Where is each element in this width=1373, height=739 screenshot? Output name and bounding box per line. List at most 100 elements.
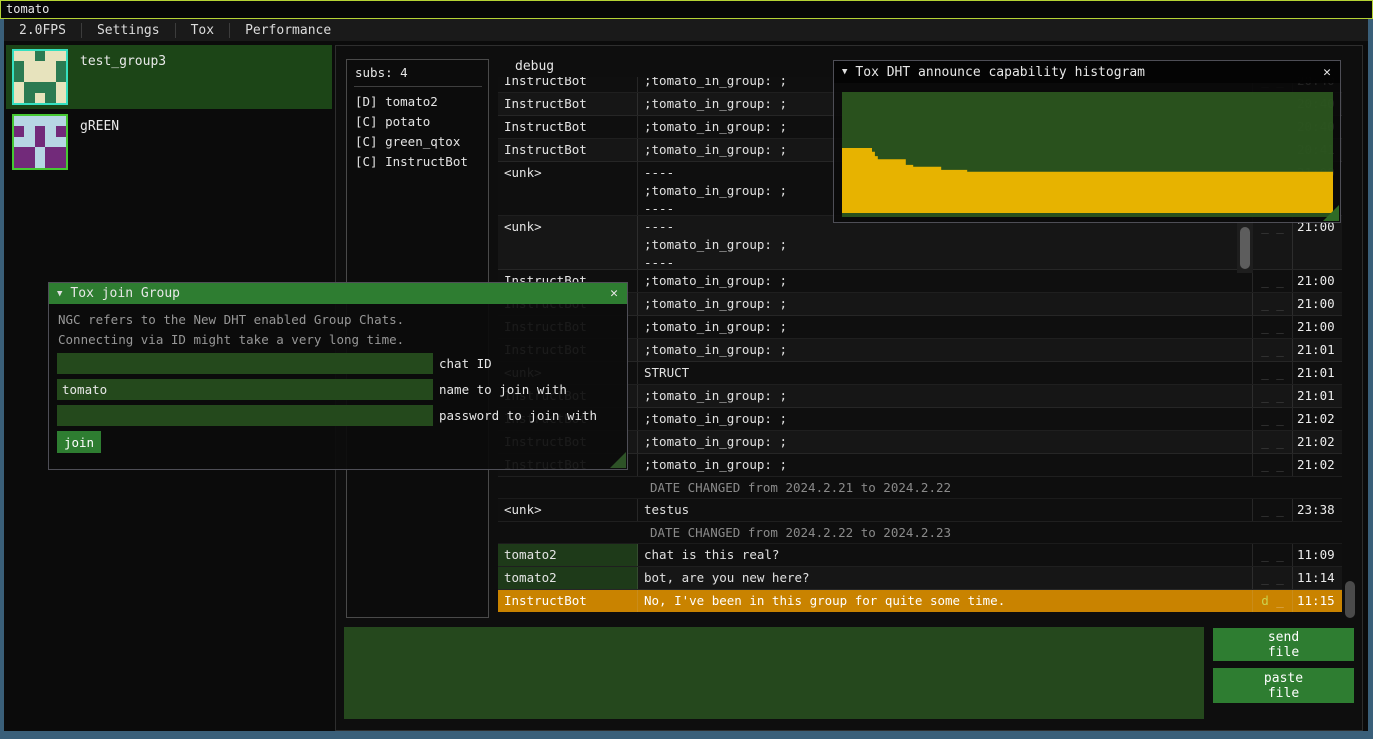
message-timestamp: 11:14 xyxy=(1292,567,1341,589)
column-spacer xyxy=(1236,270,1252,292)
message-row[interactable]: InstructBotNo, I've been in this group f… xyxy=(498,590,1342,612)
menu-item-2.0fps[interactable]: 2.0FPS xyxy=(4,23,81,38)
resize-grip[interactable] xyxy=(610,452,626,468)
roster-subs-count: subs: 4 xyxy=(355,65,408,80)
column-spacer xyxy=(1236,408,1252,430)
menu-item-tox[interactable]: Tox xyxy=(176,23,229,38)
os-window-title: tomato xyxy=(6,2,49,16)
chat-ID-label: chat ID xyxy=(439,356,492,371)
message-timestamp: 21:02 xyxy=(1292,431,1341,453)
dht-histogram-title: Tox DHT announce capability histogram xyxy=(855,65,1314,80)
message-text: STRUCT xyxy=(638,362,1236,384)
message-text: ;tomato_in_group: ; xyxy=(638,339,1236,361)
delivery-status: _ _ xyxy=(1252,431,1292,453)
window-border-right xyxy=(1368,19,1373,731)
message-sender: tomato2 xyxy=(498,544,638,566)
join-note-line-2: Connecting via ID might take a very long… xyxy=(58,332,404,347)
menu-bar: 2.0FPSSettingsToxPerformance xyxy=(4,19,1368,41)
message-sender: InstructBot xyxy=(498,116,638,138)
close-icon[interactable]: ✕ xyxy=(1314,65,1340,80)
roster-member-InstructBot[interactable]: [C] InstructBot xyxy=(355,152,484,172)
collapse-arrow-icon[interactable]: ▼ xyxy=(834,67,855,77)
message-input[interactable] xyxy=(344,627,1204,719)
dht-histogram-window: ▼ Tox DHT announce capability histogram … xyxy=(833,60,1341,223)
message-sender: InstructBot xyxy=(498,139,638,161)
delivery-status: _ _ xyxy=(1252,499,1292,521)
password-to-join-with-label: password to join with xyxy=(439,408,597,423)
column-spacer xyxy=(1236,454,1252,476)
message-row[interactable]: tomato2chat is this real?_ _11:09 xyxy=(498,544,1342,567)
message-timestamp: 21:00 xyxy=(1292,293,1341,315)
os-titlebar[interactable]: tomato xyxy=(0,0,1373,19)
collapse-arrow-icon[interactable]: ▼ xyxy=(49,289,70,299)
histogram-area-series xyxy=(842,92,1333,217)
message-sender: InstructBot xyxy=(498,93,638,115)
group-avatar xyxy=(12,49,68,105)
message-sender: <unk> xyxy=(498,216,638,269)
window-border-bottom xyxy=(0,731,1373,739)
message-text: ;tomato_in_group: ; xyxy=(638,270,1236,292)
delivery-status: _ _ xyxy=(1252,454,1292,476)
message-row[interactable]: tomato2bot, are you new here?_ _11:14 xyxy=(498,567,1342,590)
message-timestamp: 21:02 xyxy=(1292,454,1341,476)
message-sender: InstructBot xyxy=(498,590,638,612)
message-text: ;tomato_in_group: ; xyxy=(638,408,1236,430)
message-sender: InstructBot xyxy=(498,77,638,92)
delivery-status: _ _ xyxy=(1252,216,1292,269)
message-text: ;tomato_in_group: ; xyxy=(638,316,1236,338)
message-text: testus xyxy=(638,499,1236,521)
message-text: chat is this real? xyxy=(638,544,1236,566)
delivery-status: _ _ xyxy=(1252,270,1292,292)
message-timestamp: 21:00 xyxy=(1292,316,1341,338)
join-note-line-1: NGC refers to the New DHT enabled Group … xyxy=(58,312,404,327)
name-to-join-with-input[interactable]: tomato xyxy=(57,379,433,400)
message-text: bot, are you new here? xyxy=(638,567,1236,589)
window-scrollbar-thumb[interactable] xyxy=(1345,581,1355,618)
dht-histogram-plot xyxy=(842,92,1333,217)
close-icon[interactable]: ✕ xyxy=(601,286,627,301)
chat-ID-input[interactable] xyxy=(57,353,433,374)
menu-item-settings[interactable]: Settings xyxy=(82,23,175,38)
join-group-titlebar[interactable]: ▼ Tox join Group ✕ xyxy=(49,283,627,304)
paste-file-button[interactable]: paste file xyxy=(1213,668,1354,703)
column-spacer xyxy=(1236,544,1252,566)
delivery-status: _ _ xyxy=(1252,385,1292,407)
roster-member-tomato2[interactable]: [D] tomato2 xyxy=(355,92,484,112)
column-spacer xyxy=(1236,431,1252,453)
message-text: No, I've been in this group for quite so… xyxy=(638,590,1236,612)
message-row[interactable]: <unk>---- ;tomato_in_group: ; ----_ _21:… xyxy=(498,216,1342,270)
app-window: tomato 2.0FPSSettingsToxPerformance test… xyxy=(0,0,1373,739)
group-list-item-test_group3[interactable]: test_group3 xyxy=(6,45,332,109)
message-text: ---- ;tomato_in_group: ; ---- xyxy=(638,216,1236,269)
password-to-join-with-input[interactable] xyxy=(57,405,433,426)
column-spacer xyxy=(1236,385,1252,407)
column-spacer xyxy=(1236,293,1252,315)
join-group-window: ▼ Tox join Group ✕ NGC refers to the New… xyxy=(48,282,628,470)
date-changed-row: DATE CHANGED from 2024.2.22 to 2024.2.23 xyxy=(498,522,1342,544)
chat-scrollbar-track[interactable] xyxy=(1237,223,1253,273)
chat-scrollbar-thumb[interactable] xyxy=(1240,227,1250,269)
menu-item-performance[interactable]: Performance xyxy=(230,23,346,38)
column-spacer xyxy=(1236,316,1252,338)
message-timestamp: 23:38 xyxy=(1292,499,1341,521)
message-text: ;tomato_in_group: ; xyxy=(638,385,1236,407)
join-button[interactable]: join xyxy=(57,431,101,453)
message-text: ;tomato_in_group: ; xyxy=(638,454,1236,476)
message-timestamp: 21:00 xyxy=(1292,270,1341,292)
delivery-status: _ _ xyxy=(1252,567,1292,589)
join-group-title: Tox join Group xyxy=(70,286,601,301)
column-spacer xyxy=(1236,499,1252,521)
name-to-join-with-label: name to join with xyxy=(439,382,567,397)
message-timestamp: 21:01 xyxy=(1292,362,1341,384)
resize-grip[interactable] xyxy=(1323,205,1339,221)
roster-member-potato[interactable]: [C] potato xyxy=(355,112,484,132)
delivery-status: _ _ xyxy=(1252,293,1292,315)
roster-member-green_qtox[interactable]: [C] green_qtox xyxy=(355,132,484,152)
message-timestamp: 21:02 xyxy=(1292,408,1341,430)
message-sender: <unk> xyxy=(498,162,638,215)
dht-histogram-titlebar[interactable]: ▼ Tox DHT announce capability histogram … xyxy=(834,61,1340,83)
send-file-button[interactable]: send file xyxy=(1213,628,1354,661)
message-timestamp: 11:09 xyxy=(1292,544,1341,566)
message-row[interactable]: <unk>testus_ _23:38 xyxy=(498,499,1342,522)
group-list-item-gREEN[interactable]: gREEN xyxy=(6,110,332,174)
